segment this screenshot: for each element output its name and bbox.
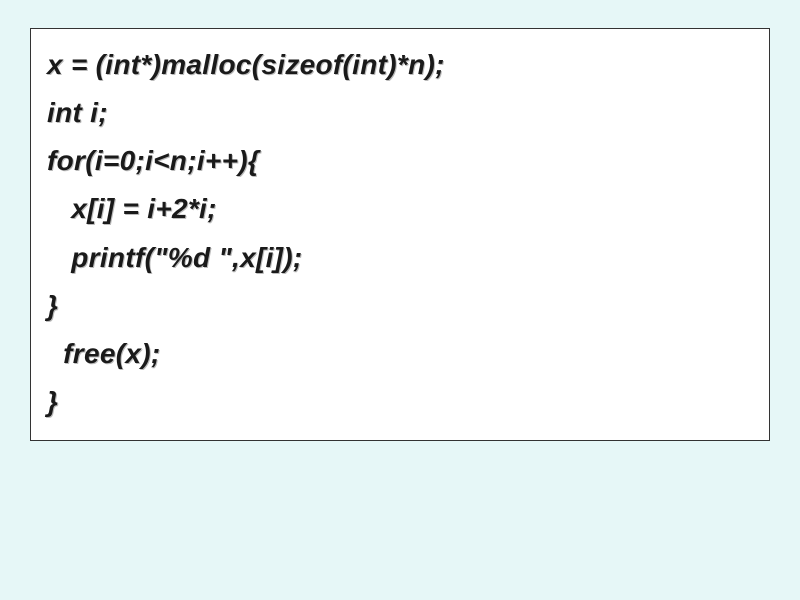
code-line: free(x);: [47, 330, 753, 378]
code-line: int i;: [47, 89, 753, 137]
code-line: printf("%d ",x[i]);: [47, 234, 753, 282]
code-block: x = (int*)malloc(sizeof(int)*n); int i; …: [30, 28, 770, 441]
code-line: }: [47, 282, 753, 330]
code-line: x = (int*)malloc(sizeof(int)*n);: [47, 41, 753, 89]
code-line: for(i=0;i<n;i++){: [47, 137, 753, 185]
code-line: }: [47, 378, 753, 426]
code-line: x[i] = i+2*i;: [47, 185, 753, 233]
